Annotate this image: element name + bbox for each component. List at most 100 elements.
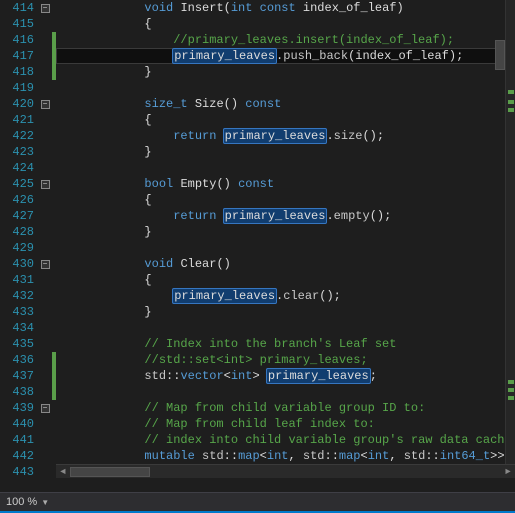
line-number: 414 [0, 1, 38, 15]
gutter-row: 437 [0, 368, 56, 384]
code-line[interactable]: } [56, 144, 515, 160]
code-line[interactable]: // Index into the branch's Leaf set [56, 336, 515, 352]
code-line[interactable]: void Insert(int const index_of_leaf) [56, 0, 515, 16]
line-number: 421 [0, 113, 38, 127]
line-number: 415 [0, 17, 38, 31]
token: > [252, 369, 266, 383]
code-line[interactable]: { [56, 192, 515, 208]
token: < [224, 369, 231, 383]
token: } [144, 145, 151, 159]
token-kw: void [144, 257, 173, 271]
token-type: int64_t [440, 449, 490, 463]
token-type: map [238, 449, 260, 463]
code-line[interactable]: } [56, 64, 515, 80]
fold-column: − [38, 404, 52, 413]
code-line[interactable]: } [56, 304, 515, 320]
code-line[interactable]: { [56, 272, 515, 288]
line-number: 433 [0, 305, 38, 319]
code-line[interactable]: // Map from child leaf index to: [56, 416, 515, 432]
code-line[interactable] [56, 320, 515, 336]
fold-toggle-icon[interactable]: − [41, 404, 50, 413]
code-line[interactable]: mutable std::map<int, std::map<int, std:… [56, 448, 515, 464]
code-line[interactable] [56, 160, 515, 176]
line-number: 439 [0, 401, 38, 415]
token: () [216, 257, 230, 271]
gutter-row: 416 [0, 32, 56, 48]
token: } [144, 305, 151, 319]
code-line[interactable]: { [56, 16, 515, 32]
code-line[interactable]: //std::set<int> primary_leaves; [56, 352, 515, 368]
token [252, 1, 259, 15]
code-area[interactable]: void Insert(int const index_of_leaf) { /… [56, 0, 515, 478]
token: :: [325, 449, 339, 463]
token: :: [224, 449, 238, 463]
overview-mark [508, 90, 514, 94]
token: , [389, 449, 403, 463]
code-line[interactable]: } [56, 224, 515, 240]
fold-toggle-icon[interactable]: − [41, 180, 50, 189]
gutter-row: 430− [0, 256, 56, 272]
horizontal-scrollbar[interactable]: ◄ ► [56, 464, 515, 478]
zoom-level[interactable]: 100 % ▼ [0, 496, 55, 508]
token-kw: const [238, 177, 274, 191]
token [188, 97, 195, 111]
code-line[interactable] [56, 240, 515, 256]
gutter-row: 422 [0, 128, 56, 144]
token-hl: primary_leaves [223, 128, 328, 144]
line-number: 437 [0, 369, 38, 383]
code-line[interactable]: void Clear() [56, 256, 515, 272]
token-type: map [339, 449, 361, 463]
code-line[interactable] [56, 80, 515, 96]
overview-ruler[interactable] [505, 0, 515, 478]
gutter-row: 431 [0, 272, 56, 288]
gutter-row: 435 [0, 336, 56, 352]
line-number: 422 [0, 129, 38, 143]
gutter-row: 420− [0, 96, 56, 112]
code-line[interactable]: // Map from child variable group ID to: [56, 400, 515, 416]
code-line[interactable]: return primary_leaves.empty(); [56, 208, 515, 224]
code-line[interactable]: size_t Size() const [56, 96, 515, 112]
horizontal-scroll-thumb[interactable] [70, 467, 150, 477]
fold-toggle-icon[interactable]: − [41, 100, 50, 109]
scroll-right-arrow-icon[interactable]: ► [501, 465, 515, 479]
code-line[interactable]: bool Empty() const [56, 176, 515, 192]
code-editor[interactable]: 414−415416417418419420−421422423424425−4… [0, 0, 515, 478]
fold-toggle-icon[interactable]: − [41, 260, 50, 269]
token: { [144, 193, 151, 207]
line-number: 427 [0, 209, 38, 223]
token-func: Insert [180, 1, 223, 15]
code-line[interactable]: primary_leaves.clear(); [56, 288, 515, 304]
line-number: 424 [0, 161, 38, 175]
code-line[interactable]: return primary_leaves.size(); [56, 128, 515, 144]
line-number: 436 [0, 353, 38, 367]
fold-toggle-icon[interactable]: − [41, 4, 50, 13]
code-line[interactable]: // index into child variable group's raw… [56, 432, 515, 448]
token-hl: primary_leaves [172, 48, 277, 64]
token-ns: std [202, 449, 224, 463]
code-line[interactable]: { [56, 112, 515, 128]
horizontal-scroll-track[interactable] [70, 466, 501, 478]
code-line[interactable]: //primary_leaves.insert(index_of_leaf); [56, 32, 515, 48]
token-hl: primary_leaves [172, 288, 277, 304]
token-comment: // index into child variable group's raw… [144, 433, 511, 447]
code-line[interactable]: primary_leaves.push_back(index_of_leaf); [56, 48, 515, 64]
line-number: 435 [0, 337, 38, 351]
token-ns: std [144, 369, 166, 383]
scroll-left-arrow-icon[interactable]: ◄ [56, 465, 70, 479]
overview-mark [508, 100, 514, 104]
code-line[interactable]: std::vector<int> primary_leaves; [56, 368, 515, 384]
token: { [144, 273, 151, 287]
code-line[interactable] [56, 384, 515, 400]
token: (); [362, 129, 384, 143]
token-hl: primary_leaves [223, 208, 328, 224]
status-bar: 100 % ▼ [0, 492, 515, 513]
token: >> [490, 449, 504, 463]
token: (); [319, 289, 341, 303]
fold-column: − [38, 4, 52, 13]
token-kw: int [231, 369, 253, 383]
gutter-row: 434 [0, 320, 56, 336]
token-func: Empty [180, 177, 216, 191]
gutter-row: 436 [0, 352, 56, 368]
token: < [361, 449, 368, 463]
vertical-scroll-thumb[interactable] [495, 40, 505, 70]
